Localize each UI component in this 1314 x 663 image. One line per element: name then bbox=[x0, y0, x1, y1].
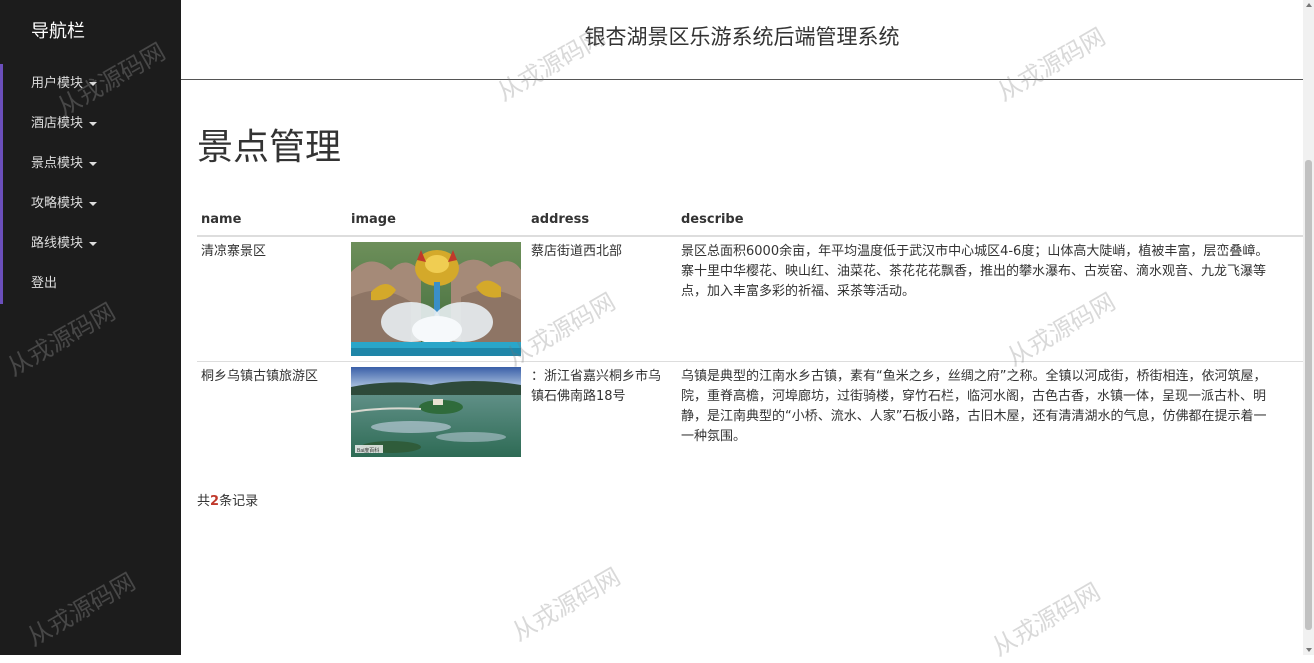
summary-suffix: 条记录 bbox=[219, 494, 259, 509]
page-title: 景点管理 bbox=[197, 127, 342, 168]
sidebar: 导航栏 用户模块 酒店模块 景点模块 攻略模块 路线模块 登出 bbox=[0, 0, 181, 655]
table-header-row: name image address describe bbox=[197, 205, 1307, 237]
watermark: 从戎源码网 bbox=[987, 577, 1106, 662]
column-header-describe: describe bbox=[677, 205, 1307, 237]
sidebar-item-logout[interactable]: 登出 bbox=[3, 264, 181, 304]
image-watermark: Bai度百科 bbox=[357, 447, 379, 454]
sidebar-item-label: 景点模块 bbox=[31, 156, 84, 171]
header: 银杏湖景区乐游系统后端管理系统 bbox=[181, 0, 1303, 80]
describe-line: 院，重脊高檐，河埠廊坊，过街骑楼，穿竹石栏，临河水阁，古色古香，水镇一体，呈现一… bbox=[681, 389, 1267, 404]
cell-name: 桐乡乌镇古镇旅游区 bbox=[197, 361, 347, 462]
column-header-name: name bbox=[197, 205, 347, 237]
sidebar-item-hotel[interactable]: 酒店模块 bbox=[3, 104, 181, 144]
watermark: 从戎源码网 bbox=[507, 562, 626, 647]
scroll-down-icon[interactable] bbox=[1306, 648, 1312, 652]
summary-count: 2 bbox=[210, 494, 220, 509]
caret-down-icon bbox=[89, 81, 98, 86]
scroll-thumb[interactable] bbox=[1305, 160, 1312, 630]
main-content: 景点管理 name image address describe 清凉寨景区 蔡… bbox=[197, 100, 1307, 509]
cell-address: ：浙江省嘉兴桐乡市乌镇石佛南路18号 bbox=[527, 361, 677, 462]
describe-line: 乌镇是典型的江南水乡古镇，素有“鱼米之乡，丝绸之府”之称。全镇以河成街，桥街相连… bbox=[681, 369, 1267, 384]
describe-line: 一种氛围。 bbox=[681, 429, 747, 444]
caret-down-icon bbox=[89, 121, 98, 126]
describe-line: 静，是江南典型的“小桥、流水、人家”石板小路，古旧木屋，还有清清湖水的气息，仿佛… bbox=[681, 409, 1267, 424]
sidebar-brand: 导航栏 bbox=[31, 21, 85, 42]
cell-image: Bai度百科 bbox=[347, 361, 527, 462]
cell-name: 清凉寨景区 bbox=[197, 235, 347, 362]
sidebar-item-label: 登出 bbox=[31, 276, 58, 291]
sidebar-item-guide[interactable]: 攻略模块 bbox=[3, 184, 181, 224]
cell-describe: 景区总面积6000余亩，年平均温度低于武汉市中心城区4-6度；山体高大陡峭，植被… bbox=[677, 235, 1307, 362]
sidebar-item-label: 酒店模块 bbox=[31, 116, 84, 131]
scenic-image-lake: Bai度百科 bbox=[351, 367, 521, 457]
vertical-scrollbar[interactable] bbox=[1303, 0, 1314, 655]
sidebar-item-label: 用户模块 bbox=[31, 76, 84, 91]
caret-down-icon bbox=[89, 201, 98, 206]
column-header-address: address bbox=[527, 205, 677, 237]
describe-line: 点，加入丰富多彩的祈福、采茶等活动。 bbox=[681, 284, 916, 299]
sidebar-item-user[interactable]: 用户模块 bbox=[3, 64, 181, 104]
column-header-image: image bbox=[347, 205, 527, 237]
cell-describe: 乌镇是典型的江南水乡古镇，素有“鱼米之乡，丝绸之府”之称。全镇以河成街，桥街相连… bbox=[677, 361, 1307, 462]
cell-image bbox=[347, 235, 527, 362]
caret-down-icon bbox=[89, 161, 98, 166]
caret-down-icon bbox=[89, 241, 98, 246]
header-title: 银杏湖景区乐游系统后端管理系统 bbox=[584, 25, 900, 49]
sidebar-item-scenic[interactable]: 景点模块 bbox=[3, 144, 181, 184]
scenic-table: name image address describe 清凉寨景区 蔡店街道西北… bbox=[197, 205, 1307, 462]
summary-prefix: 共 bbox=[197, 494, 211, 509]
sidebar-item-label: 攻略模块 bbox=[31, 196, 84, 211]
table-row: 桐乡乌镇古镇旅游区 Bai度百科 ：浙江省嘉兴桐乡市乌镇石佛南路18号 乌镇是典… bbox=[197, 361, 1307, 462]
scenic-image-dragon-fountain bbox=[351, 242, 521, 356]
cell-address: 蔡店街道西北部 bbox=[527, 235, 677, 362]
sidebar-item-route[interactable]: 路线模块 bbox=[3, 224, 181, 264]
record-summary: 共2条记录 bbox=[197, 490, 258, 509]
table-row: 清凉寨景区 蔡店街道西北部 景区总面积6000余亩，年平均温度低于武汉市中心城区… bbox=[197, 235, 1307, 362]
scroll-up-icon[interactable] bbox=[1306, 3, 1312, 7]
describe-line: 景区总面积6000余亩，年平均温度低于武汉市中心城区4-6度；山体高大陡峭，植被… bbox=[681, 244, 1269, 259]
sidebar-menu: 用户模块 酒店模块 景点模块 攻略模块 路线模块 登出 bbox=[0, 64, 181, 304]
describe-line: 寨十里中华樱花、映山红、油菜花、茶花花花飘香，推出的攀水瀑布、古炭窑、滴水观音、… bbox=[681, 264, 1267, 279]
sidebar-item-label: 路线模块 bbox=[31, 236, 84, 251]
